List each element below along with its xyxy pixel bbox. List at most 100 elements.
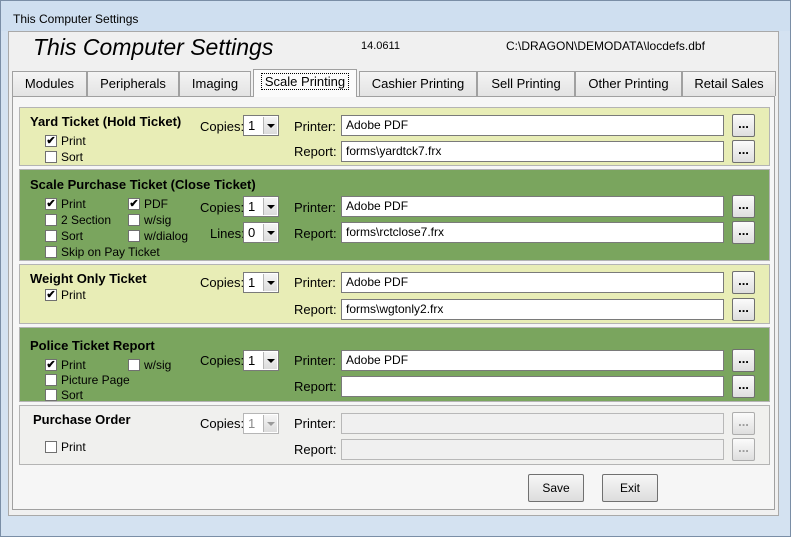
- checkbox-box: [45, 389, 57, 401]
- weight-printer-field[interactable]: Adobe PDF: [341, 272, 724, 293]
- tab-sell-printing[interactable]: Sell Printing: [477, 71, 575, 96]
- police-wsig-checkbox[interactable]: w/sig: [128, 358, 171, 372]
- weight-report-browse-button[interactable]: ...: [732, 298, 755, 321]
- purchase-wdialog-checkbox[interactable]: w/dialog: [128, 229, 188, 243]
- section-title: Purchase Order: [33, 412, 131, 427]
- check-icon: ✔: [45, 359, 57, 371]
- tab-cashier-printing[interactable]: Cashier Printing: [359, 71, 477, 96]
- check-icon: ✔: [45, 135, 57, 147]
- chevron-down-icon[interactable]: [263, 198, 277, 215]
- printer-label: Printer:: [294, 275, 336, 290]
- police-sort-checkbox[interactable]: Sort: [45, 388, 83, 402]
- tab-scale-printing[interactable]: Scale Printing: [253, 69, 357, 97]
- weight-report-field[interactable]: forms\wgtonly2.frx: [341, 299, 724, 320]
- purchase-lines-select[interactable]: 0: [243, 222, 279, 243]
- weight-printer-browse-button[interactable]: ...: [732, 271, 755, 294]
- police-printer-browse-button[interactable]: ...: [732, 349, 755, 372]
- purchase-report-browse-button[interactable]: ...: [732, 221, 755, 244]
- chevron-down-icon[interactable]: [263, 224, 277, 241]
- checkbox-box: [128, 214, 140, 226]
- check-icon: ✔: [128, 198, 140, 210]
- yard-print-checkbox[interactable]: ✔ Print: [45, 134, 86, 148]
- yard-report-browse-button[interactable]: ...: [732, 140, 755, 163]
- order-copies-select: 1: [243, 413, 279, 434]
- purchase-sort-checkbox[interactable]: Sort: [45, 229, 83, 243]
- settings-window: This Computer Settings This Computer Set…: [0, 0, 791, 537]
- weight-copies-select[interactable]: 1: [243, 272, 279, 293]
- purchase-skip-on-pay-checkbox[interactable]: Skip on Pay Ticket: [45, 245, 160, 259]
- yard-report-field[interactable]: forms\yardtck7.frx: [341, 141, 724, 162]
- report-label: Report:: [294, 379, 337, 394]
- order-printer-field: [341, 413, 724, 434]
- checkbox-box: [45, 246, 57, 258]
- chevron-down-icon: [263, 415, 277, 432]
- printer-label: Printer:: [294, 353, 336, 368]
- checkbox-box: [45, 230, 57, 242]
- yard-printer-browse-button[interactable]: ...: [732, 114, 755, 137]
- copies-label: Copies:: [200, 119, 245, 134]
- chevron-down-icon[interactable]: [263, 352, 277, 369]
- section-title: Yard Ticket (Hold Ticket): [30, 114, 182, 129]
- report-label: Report:: [294, 226, 337, 241]
- purchase-printer-field[interactable]: Adobe PDF: [341, 196, 724, 217]
- section-title: Police Ticket Report: [30, 338, 155, 353]
- check-icon: ✔: [45, 289, 57, 301]
- printer-label: Printer:: [294, 200, 336, 215]
- printer-label: Printer:: [294, 416, 336, 431]
- police-report-browse-button[interactable]: ...: [732, 375, 755, 398]
- version-label: 14.0611: [361, 40, 400, 52]
- tab-retail-sales[interactable]: Retail Sales: [682, 71, 776, 96]
- copies-label: Copies:: [200, 275, 245, 290]
- exit-button[interactable]: Exit: [602, 474, 658, 502]
- purchase-wsig-checkbox[interactable]: w/sig: [128, 213, 171, 227]
- check-icon: ✔: [45, 198, 57, 210]
- police-picture-page-checkbox[interactable]: Picture Page: [45, 373, 130, 387]
- checkbox-box: [128, 230, 140, 242]
- police-copies-select[interactable]: 1: [243, 350, 279, 371]
- purchase-printer-browse-button[interactable]: ...: [732, 195, 755, 218]
- report-label: Report:: [294, 302, 337, 317]
- purchase-print-checkbox[interactable]: ✔ Print: [45, 197, 86, 211]
- tab-peripherals[interactable]: Peripherals: [87, 71, 179, 96]
- page-title: This Computer Settings: [33, 34, 274, 60]
- yard-printer-field[interactable]: Adobe PDF: [341, 115, 724, 136]
- purchase-copies-select[interactable]: 1: [243, 196, 279, 217]
- weight-only-section: Weight Only Ticket ✔ Print Copies: 1 Pri…: [19, 264, 770, 324]
- tab-imaging[interactable]: Imaging: [179, 71, 251, 96]
- police-print-checkbox[interactable]: ✔ Print: [45, 358, 86, 372]
- purchase-pdf-checkbox[interactable]: ✔ PDF: [128, 197, 168, 211]
- report-label: Report:: [294, 144, 337, 159]
- copies-label: Copies:: [200, 416, 245, 431]
- checkbox-box: [45, 441, 57, 453]
- printer-label: Printer:: [294, 119, 336, 134]
- yard-copies-select[interactable]: 1: [243, 115, 279, 136]
- purchase-ticket-section: Scale Purchase Ticket (Close Ticket) ✔ P…: [19, 169, 770, 261]
- report-label: Report:: [294, 442, 337, 457]
- purchase-2section-checkbox[interactable]: 2 Section: [45, 213, 111, 227]
- police-printer-field[interactable]: Adobe PDF: [341, 350, 724, 371]
- title-bar[interactable]: This Computer Settings: [1, 1, 790, 31]
- purchase-order-section: Purchase Order Print Copies: 1 Printer: …: [19, 405, 770, 465]
- checkbox-box: [45, 374, 57, 386]
- purchase-report-field[interactable]: forms\rctclose7.frx: [341, 222, 724, 243]
- section-title: Scale Purchase Ticket (Close Ticket): [30, 177, 256, 192]
- copies-label: Copies:: [200, 353, 245, 368]
- window-title: This Computer Settings: [13, 12, 139, 26]
- section-title: Weight Only Ticket: [30, 271, 147, 286]
- tab-modules[interactable]: Modules: [12, 71, 87, 96]
- lines-label: Lines:: [210, 226, 245, 241]
- copies-label: Copies:: [200, 200, 245, 215]
- tab-other-printing[interactable]: Other Printing: [575, 71, 682, 96]
- chevron-down-icon[interactable]: [263, 274, 277, 291]
- order-print-checkbox[interactable]: Print: [45, 440, 86, 454]
- weight-print-checkbox[interactable]: ✔ Print: [45, 288, 86, 302]
- checkbox-box: [45, 151, 57, 163]
- police-report-field[interactable]: [341, 376, 724, 397]
- scale-printing-panel: Yard Ticket (Hold Ticket) ✔ Print Sort C…: [12, 96, 775, 510]
- yard-ticket-section: Yard Ticket (Hold Ticket) ✔ Print Sort C…: [19, 107, 770, 166]
- police-ticket-section: Police Ticket Report ✔ Print w/sig Pictu…: [19, 327, 770, 402]
- chevron-down-icon[interactable]: [263, 117, 277, 134]
- checkbox-box: [45, 214, 57, 226]
- yard-sort-checkbox[interactable]: Sort: [45, 150, 83, 164]
- save-button[interactable]: Save: [528, 474, 584, 502]
